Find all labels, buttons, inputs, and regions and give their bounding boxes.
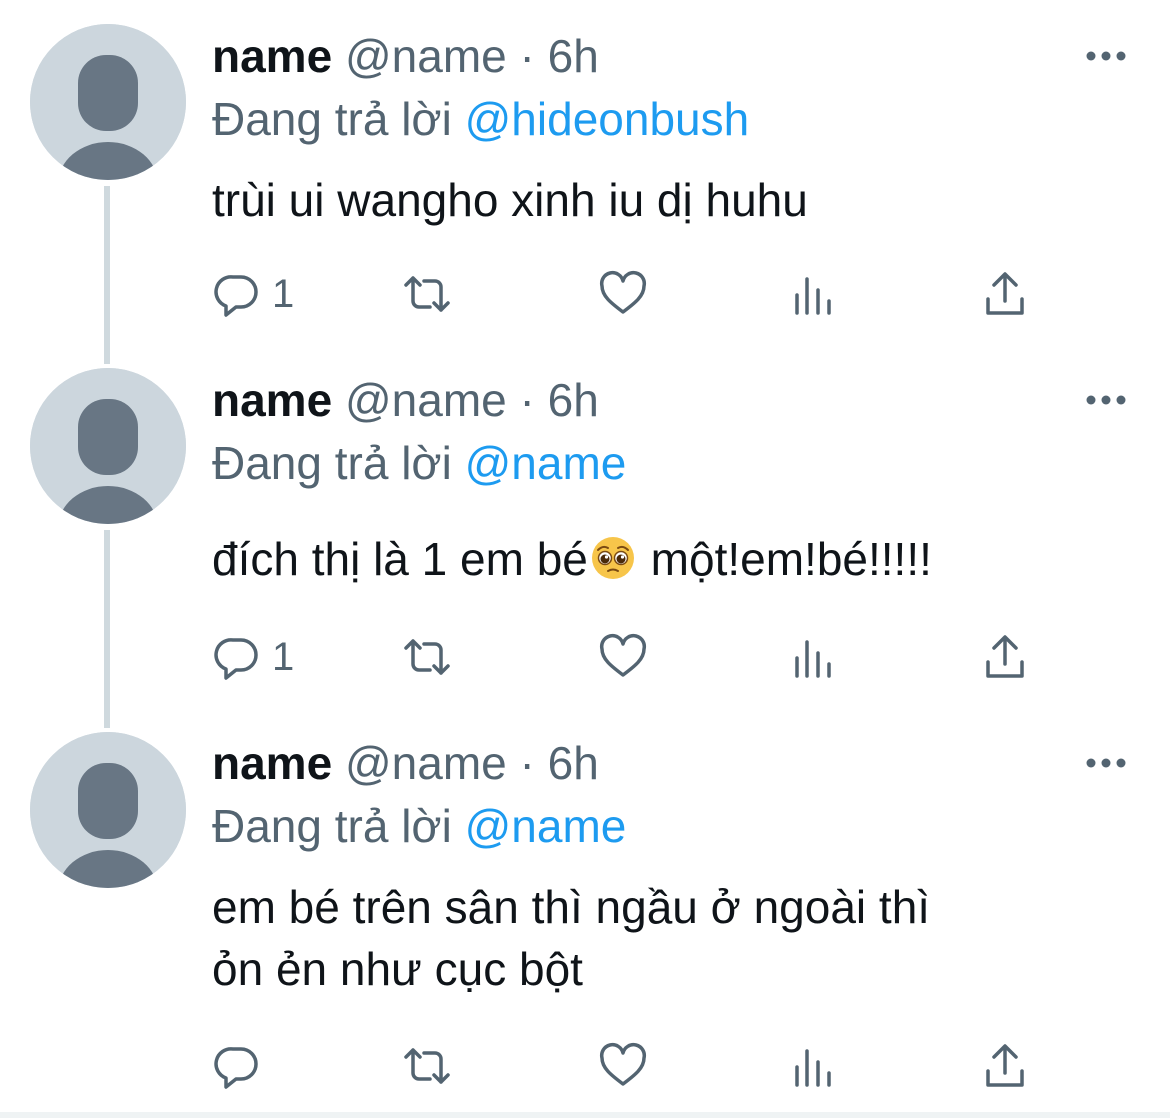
share-button[interactable] (980, 629, 1030, 685)
retweet-icon (404, 639, 450, 675)
more-icon (1086, 758, 1126, 768)
default-avatar-icon (30, 24, 186, 180)
tweet-header: name @name · 6h (212, 28, 599, 84)
tweet[interactable]: name @name · 6h Đang trả lời @hideonbush… (0, 0, 1170, 340)
replying-to: Đang trả lời @name (212, 435, 626, 491)
display-name[interactable]: name (212, 30, 332, 82)
more-options-button[interactable] (1084, 753, 1128, 773)
views-icon (795, 640, 831, 678)
replying-to: Đang trả lời @hideonbush (212, 91, 749, 147)
tweet-text-line: em bé trên sân thì ngầu ở ngoài thì (212, 881, 931, 933)
like-button[interactable] (598, 1038, 648, 1094)
tweet-text-line: ỏn ẻn như cục bột (212, 943, 583, 995)
action-bar: 1 (212, 629, 1072, 685)
replying-mention[interactable]: @hideonbush (465, 93, 750, 145)
user-handle[interactable]: @name (345, 30, 507, 82)
action-bar (212, 1038, 1072, 1094)
retweet-button[interactable] (402, 1038, 452, 1094)
reply-icon (214, 275, 258, 317)
views-button[interactable] (788, 266, 838, 322)
replying-label: Đang trả lời (212, 437, 452, 489)
replying-label: Đang trả lời (212, 800, 452, 852)
reply-icon (214, 1047, 258, 1089)
tweet-text-line: đích thị là 1 em bé một!em!bé!!!!! (212, 528, 1112, 590)
share-button[interactable] (980, 1038, 1030, 1094)
tweet-header: name @name · 6h (212, 735, 599, 791)
more-icon (1086, 51, 1126, 61)
pleading-face-emoji-icon (591, 537, 634, 579)
tweet-text: trùi ui wangho xinh iu dị huhu (212, 169, 1112, 231)
default-avatar-icon (30, 732, 186, 888)
more-icon (1086, 395, 1126, 405)
share-button[interactable] (980, 266, 1030, 322)
share-icon (986, 272, 1024, 315)
tweet-text-line: trùi ui wangho xinh iu dị huhu (212, 174, 808, 226)
like-icon (599, 634, 647, 677)
retweet-icon (404, 1048, 450, 1084)
replying-mention[interactable]: @name (465, 800, 627, 852)
reply-thread: name @name · 6h Đang trả lời @hideonbush… (0, 0, 1170, 1118)
timestamp[interactable]: 6h (548, 737, 599, 789)
tweet-text: em bé trên sân thì ngầu ở ngoài thì ỏn ẻ… (212, 876, 1112, 1000)
tweet[interactable]: name @name · 6h Đang trả lời @name em bé… (0, 708, 1170, 1108)
reply-button[interactable] (212, 1038, 272, 1094)
tweet-header: name @name · 6h (212, 372, 599, 428)
tweet-text-part: đích thị là 1 em bé (212, 533, 588, 585)
separator-dot: · (519, 737, 535, 789)
avatar[interactable] (30, 732, 186, 888)
default-avatar-icon (30, 368, 186, 524)
reply-count: 1 (272, 634, 295, 679)
more-options-button[interactable] (1084, 46, 1128, 66)
share-icon (986, 635, 1024, 678)
like-button[interactable] (598, 629, 648, 685)
views-button[interactable] (788, 629, 838, 685)
divider (0, 1112, 1170, 1118)
like-button[interactable] (598, 266, 648, 322)
reply-button[interactable]: 1 (212, 266, 294, 322)
more-options-button[interactable] (1084, 390, 1128, 410)
avatar[interactable] (30, 24, 186, 180)
tweet[interactable]: name @name · 6h Đang trả lời @name đích … (0, 344, 1170, 704)
like-icon (599, 271, 647, 314)
tweet-text: đích thị là 1 em bé một!em!bé!!!!! (212, 528, 1112, 590)
separator-dot: · (519, 374, 535, 426)
replying-to: Đang trả lời @name (212, 798, 626, 854)
views-icon (795, 277, 831, 315)
avatar[interactable] (30, 368, 186, 524)
share-icon (986, 1044, 1024, 1087)
display-name[interactable]: name (212, 737, 332, 789)
replying-label: Đang trả lời (212, 93, 452, 145)
user-handle[interactable]: @name (345, 737, 507, 789)
views-button[interactable] (788, 1038, 838, 1094)
action-bar: 1 (212, 266, 1072, 322)
display-name[interactable]: name (212, 374, 332, 426)
replying-mention[interactable]: @name (465, 437, 627, 489)
retweet-icon (404, 276, 450, 312)
user-handle[interactable]: @name (345, 374, 507, 426)
separator-dot: · (519, 30, 535, 82)
timestamp[interactable]: 6h (548, 30, 599, 82)
retweet-button[interactable] (402, 266, 452, 322)
tweet-text-part: một!em!bé!!!!! (637, 533, 932, 585)
retweet-button[interactable] (402, 629, 452, 685)
like-icon (599, 1043, 647, 1086)
reply-icon (214, 638, 258, 680)
views-icon (795, 1049, 831, 1087)
reply-count: 1 (272, 271, 295, 316)
timestamp[interactable]: 6h (548, 374, 599, 426)
reply-button[interactable]: 1 (212, 629, 294, 685)
